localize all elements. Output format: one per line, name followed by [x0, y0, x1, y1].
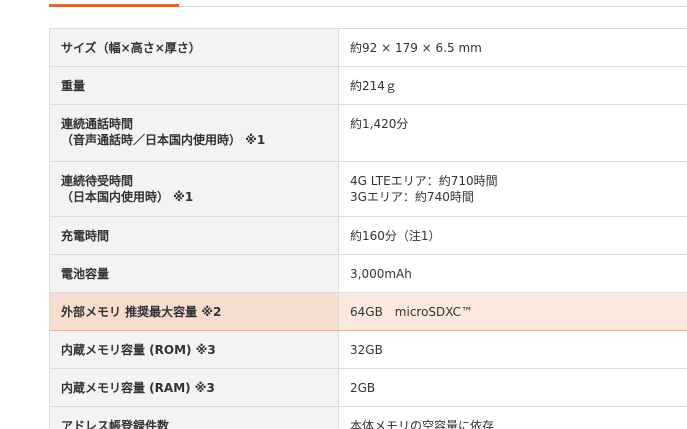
spec-label: アドレス帳登録件数: [49, 406, 339, 429]
spec-label-line: 内蔵メモリ容量 (ROM) ※3: [61, 342, 216, 357]
spec-value: 64GB microSDXC™: [338, 292, 687, 331]
spec-label-line: 充電時間: [61, 228, 110, 243]
spec-value-line: 約160分（注1）: [350, 228, 441, 243]
spec-value-line: 32GB: [350, 342, 383, 357]
spec-page: サイズ（幅×高さ×厚さ） 約92 × 179 × 6.5 mm 重量 約214ｇ…: [0, 0, 687, 429]
spec-label: 電池容量: [49, 254, 339, 293]
spec-value-line: 本体メモリの空容量に依存: [350, 419, 495, 429]
spec-row-rom: 内蔵メモリ容量 (ROM) ※3 32GB: [49, 330, 687, 369]
active-tab-indicator: [49, 4, 179, 7]
spec-table: サイズ（幅×高さ×厚さ） 約92 × 179 × 6.5 mm 重量 約214ｇ…: [49, 28, 687, 429]
spec-label: 内蔵メモリ容量 (ROM) ※3: [49, 330, 339, 369]
spec-label-line: 重量: [61, 78, 86, 93]
spec-value-line: 約92 × 179 × 6.5 mm: [350, 40, 482, 55]
spec-row-standby-time: 連続待受時間 （日本国内使用時） ※1 4G LTEエリア：約710時間 3Gエ…: [49, 161, 687, 217]
spec-label-line: （日本国内使用時） ※1: [61, 190, 194, 204]
spec-label-line: 外部メモリ 推奨最大容量 ※2: [61, 304, 222, 319]
spec-value-line: 2GB: [350, 380, 376, 395]
spec-row-size: サイズ（幅×高さ×厚さ） 約92 × 179 × 6.5 mm: [49, 28, 687, 67]
spec-row-battery: 電池容量 3,000mAh: [49, 254, 687, 293]
spec-label: 連続待受時間 （日本国内使用時） ※1: [49, 161, 339, 217]
spec-value: 2GB: [338, 368, 687, 407]
spec-row-ram: 内蔵メモリ容量 (RAM) ※3 2GB: [49, 368, 687, 407]
spec-label-line: （音声通話時／日本国内使用時） ※1: [61, 133, 266, 147]
spec-value: 32GB: [338, 330, 687, 369]
spec-value: 4G LTEエリア：約710時間 3Gエリア：約740時間: [338, 161, 687, 217]
tab-baseline: [179, 6, 687, 7]
spec-label-line: 連続通話時間: [61, 117, 134, 131]
spec-label: 連続通話時間 （音声通話時／日本国内使用時） ※1: [49, 104, 339, 162]
spec-row-external-memory: 外部メモリ 推奨最大容量 ※2 64GB microSDXC™: [49, 292, 687, 331]
spec-value: 3,000mAh: [338, 254, 687, 293]
spec-value: 約1,420分: [338, 104, 687, 162]
spec-label: 外部メモリ 推奨最大容量 ※2: [49, 292, 339, 331]
spec-value-line: 4G LTEエリア：約710時間: [350, 174, 498, 188]
spec-label-line: サイズ（幅×高さ×厚さ）: [61, 40, 201, 55]
spec-value-line: 約1,420分: [350, 117, 409, 131]
spec-row-talk-time: 連続通話時間 （音声通話時／日本国内使用時） ※1 約1,420分: [49, 104, 687, 162]
spec-value-line: 64GB microSDXC™: [350, 304, 474, 319]
spec-value-line: 3,000mAh: [350, 266, 412, 281]
spec-row-address-book: アドレス帳登録件数 本体メモリの空容量に依存: [49, 406, 687, 429]
spec-value: 約92 × 179 × 6.5 mm: [338, 28, 687, 67]
spec-label-line: アドレス帳登録件数: [61, 419, 170, 429]
tab-strip: [0, 0, 687, 8]
spec-label-line: 電池容量: [61, 266, 110, 281]
spec-row-charge-time: 充電時間 約160分（注1）: [49, 216, 687, 255]
spec-value: 約160分（注1）: [338, 216, 687, 255]
spec-value-line: 3Gエリア：約740時間: [350, 190, 474, 204]
spec-value-line: 約214ｇ: [350, 78, 397, 93]
spec-label-line: 連続待受時間: [61, 174, 134, 188]
spec-label: サイズ（幅×高さ×厚さ）: [49, 28, 339, 67]
spec-label-line: 内蔵メモリ容量 (RAM) ※3: [61, 380, 215, 395]
spec-value: 本体メモリの空容量に依存: [338, 406, 687, 429]
spec-row-weight: 重量 約214ｇ: [49, 66, 687, 105]
spec-label: 内蔵メモリ容量 (RAM) ※3: [49, 368, 339, 407]
spec-value: 約214ｇ: [338, 66, 687, 105]
spec-label: 重量: [49, 66, 339, 105]
spec-label: 充電時間: [49, 216, 339, 255]
